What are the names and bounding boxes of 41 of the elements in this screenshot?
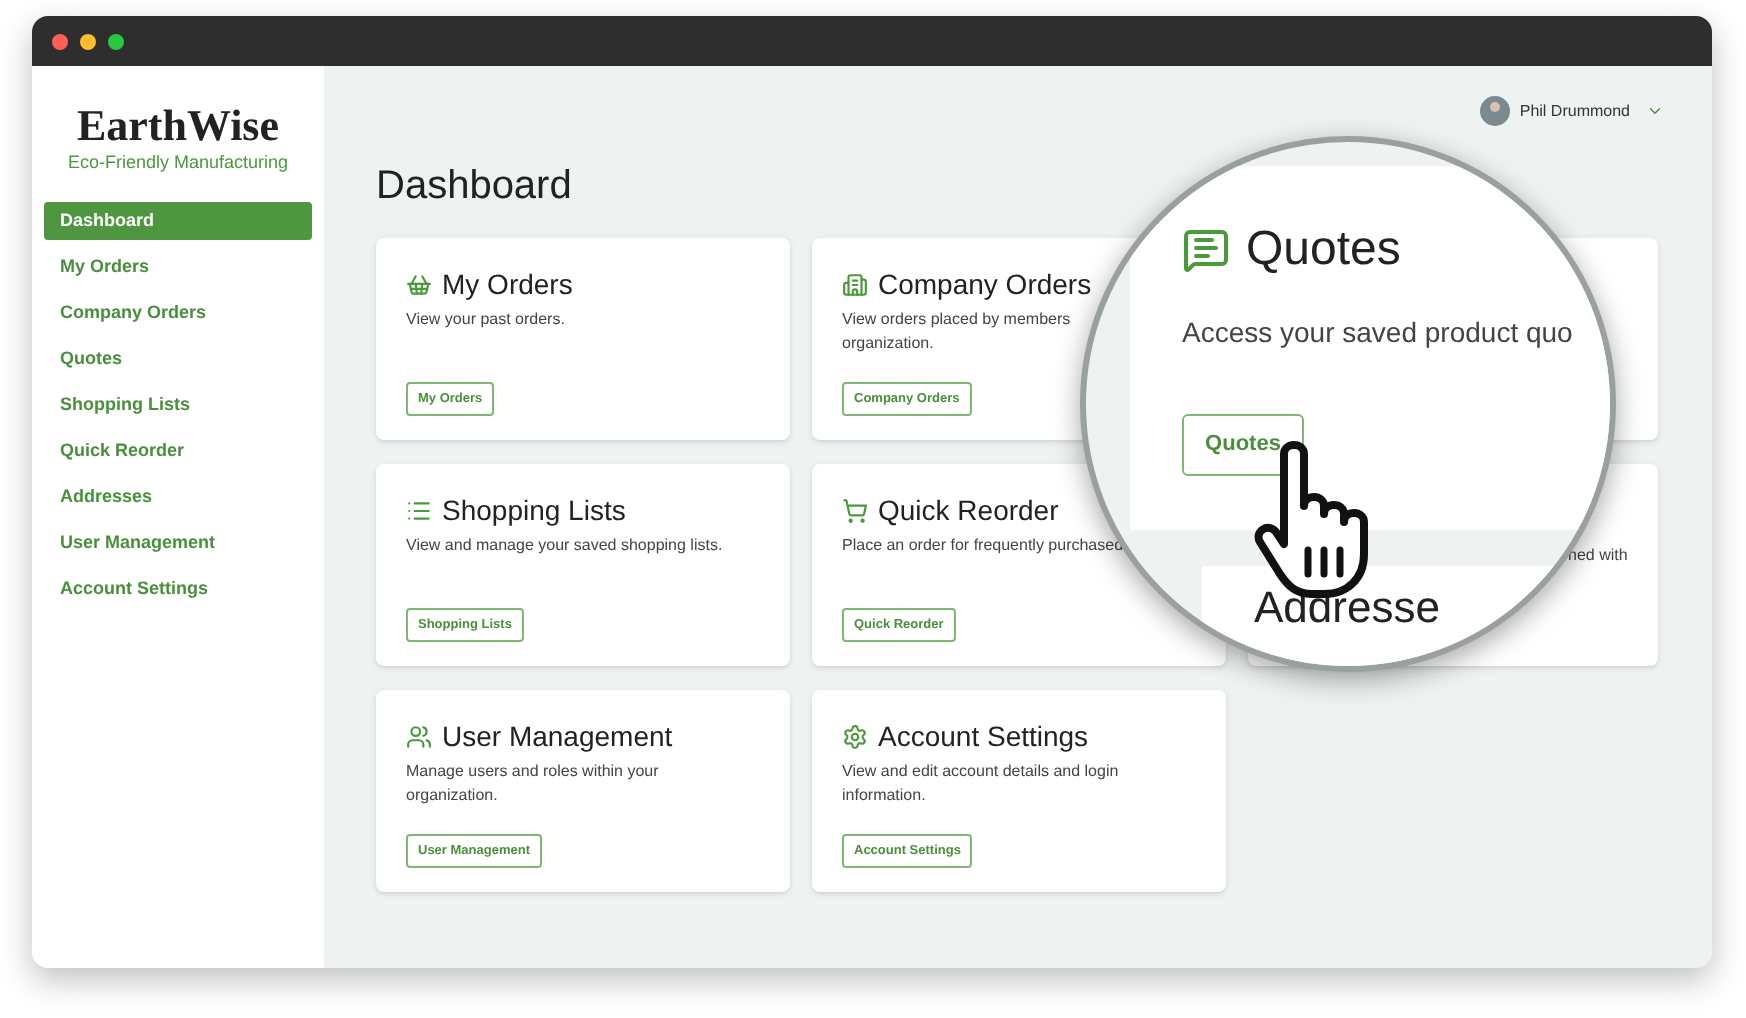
cart-icon (842, 497, 868, 523)
page-title: Dashboard (376, 162, 574, 210)
card-description: Access your saved product quo (1182, 314, 1573, 352)
sidebar-item[interactable]: Addresses (44, 478, 312, 516)
zoom-icon[interactable] (108, 33, 124, 49)
gear-icon (842, 723, 868, 749)
card-description: View orders placed by members organization. (842, 308, 1071, 356)
sidebar-item[interactable]: Company Orders (44, 294, 312, 332)
card-description: View and edit account details and login information. (842, 760, 1119, 808)
chat-icon (1182, 226, 1230, 274)
card-title: Company Orders (878, 266, 1092, 302)
card-title: User Management (442, 718, 673, 754)
sidebar-item[interactable]: User Management (44, 524, 312, 562)
card-description: Place an order for frequently purchased (842, 534, 1124, 558)
building-icon (842, 271, 868, 297)
sidebar-item[interactable]: Shopping Lists (44, 386, 312, 424)
logo: EarthWise (76, 102, 280, 150)
list-icon (406, 497, 432, 523)
card-title: Addresse (1254, 582, 1440, 634)
card-title: My Orders (442, 266, 573, 302)
tagline: Eco-Friendly Manufacturing (67, 150, 289, 174)
card-title: Shopping Lists (442, 492, 626, 528)
card-title: Account Settings (878, 718, 1089, 754)
sidebar-item[interactable]: Quick Reorder (44, 432, 312, 470)
user-name[interactable]: Phil Drummond (1519, 99, 1630, 123)
card-description: View your past orders. (406, 308, 565, 332)
avatar (1479, 96, 1510, 126)
chevron-down-icon[interactable] (1646, 102, 1664, 120)
users-icon (406, 723, 432, 749)
card-description: Manage users and roles within your organization. (406, 760, 659, 808)
card-description: View and manage your saved shopping lists. (406, 534, 723, 558)
sidebar-item[interactable]: Dashboard (44, 202, 312, 240)
card-description: ned with (1568, 544, 1628, 568)
card-title: Quick Reorder (878, 492, 1059, 528)
sidebar-item[interactable]: Quotes (44, 340, 312, 378)
sidebar-item[interactable]: Account Settings (44, 570, 312, 608)
minimize-icon[interactable] (80, 33, 96, 49)
basket-icon (406, 271, 432, 297)
card-title: Quotes (1246, 222, 1401, 278)
close-icon[interactable] (52, 33, 68, 49)
sidebar-item[interactable]: My Orders (44, 248, 312, 286)
